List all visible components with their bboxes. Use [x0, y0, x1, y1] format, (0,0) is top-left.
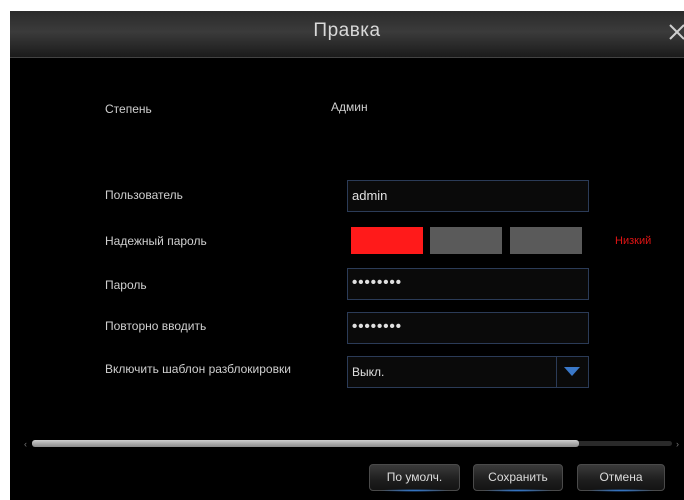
unlock-pattern-label: Включить шаблон разблокировки	[105, 362, 291, 376]
scroll-right-icon[interactable]: ›	[676, 439, 679, 449]
default-button[interactable]: По умолч.	[369, 464, 460, 492]
password-field[interactable]: ••••••••	[347, 268, 589, 300]
close-icon[interactable]	[664, 19, 684, 45]
save-button[interactable]: Сохранить	[473, 464, 563, 492]
dropdown-button[interactable]	[556, 357, 588, 387]
level-label: Степень	[105, 102, 152, 116]
cancel-button[interactable]: Отмена	[577, 464, 665, 492]
unlock-pattern-value: Выкл.	[352, 365, 385, 379]
strength-text: Низкий	[615, 235, 652, 247]
strength-bar-2	[430, 227, 502, 254]
scroll-left-icon[interactable]: ‹	[24, 439, 27, 449]
dialog-title: Правка	[313, 20, 381, 41]
strength-label: Надежный пароль	[105, 234, 207, 248]
title-bar: Правка	[10, 11, 684, 58]
strength-bar-1	[351, 227, 423, 254]
unlock-pattern-select[interactable]: Выкл.	[347, 356, 589, 388]
user-label: Пользователь	[105, 188, 183, 202]
scrollbar-thumb[interactable]	[32, 440, 579, 447]
confirm-password-label: Повторно вводить	[105, 319, 207, 333]
edit-dialog: Правка Степень Админ Пользователь admin …	[10, 11, 684, 500]
user-field[interactable]: admin	[347, 180, 589, 212]
chevron-down-icon	[564, 367, 580, 376]
strength-bar-3	[510, 227, 582, 254]
level-value: Админ	[331, 100, 368, 114]
password-label: Пароль	[105, 278, 147, 292]
confirm-password-field[interactable]: ••••••••	[347, 312, 589, 344]
